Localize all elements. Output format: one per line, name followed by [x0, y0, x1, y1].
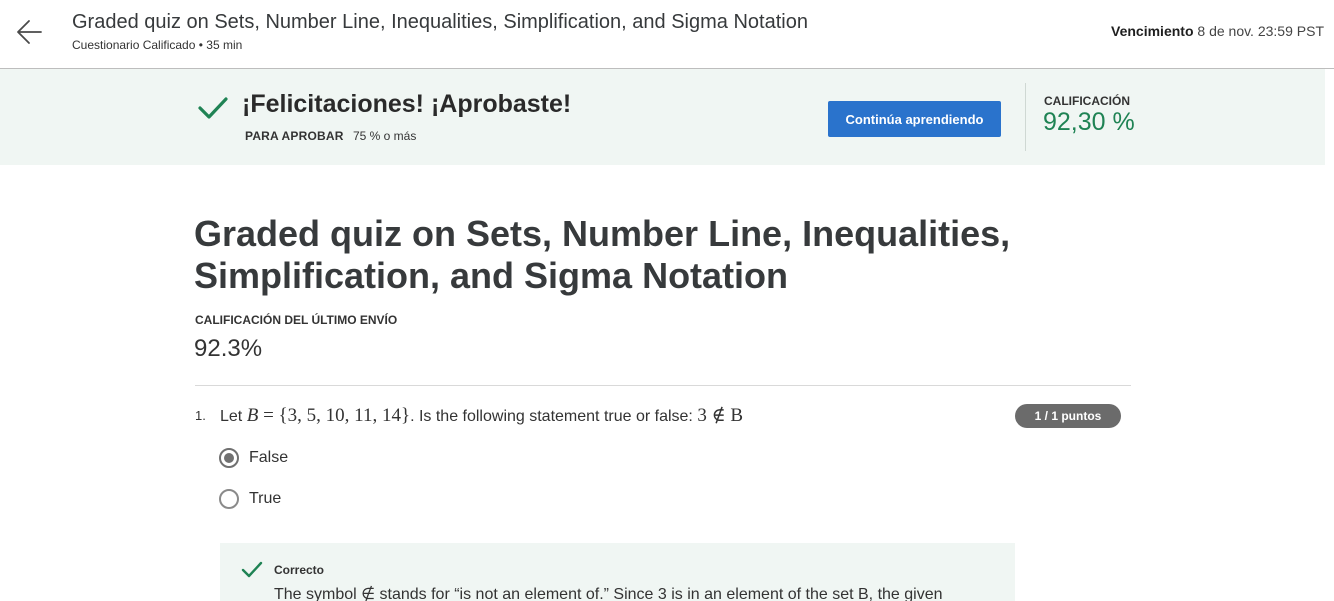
header-title: Graded quiz on Sets, Number Line, Inequa…	[72, 11, 808, 33]
grade-value: 92,30 %	[1043, 108, 1135, 136]
question-text: Let B = {3, 5, 10, 11, 14}. Is the follo…	[220, 403, 743, 430]
radio-selected[interactable]	[219, 448, 239, 468]
header-subtitle: Cuestionario Calificado • 35 min	[72, 38, 243, 52]
grade-label: CALIFICACIÓN	[1044, 94, 1130, 108]
option-false[interactable]: False	[219, 447, 288, 469]
points-badge: 1 / 1 puntos	[1015, 404, 1121, 428]
set-name: B	[246, 405, 259, 426]
set-values: = {3, 5, 10, 11, 14}	[263, 405, 411, 426]
top-header: Graded quiz on Sets, Number Line, Inequa…	[0, 0, 1334, 69]
option-label: False	[249, 449, 289, 466]
feedback-title: Correcto	[274, 563, 325, 577]
continue-learning-button[interactable]: Continúa aprendiendo	[828, 101, 1001, 137]
question-prefix: Let	[220, 408, 243, 425]
radio-unselected[interactable]	[219, 489, 239, 509]
check-icon	[241, 561, 263, 579]
set-expression: B = {3, 5, 10, 11, 14}	[247, 405, 410, 426]
check-icon	[198, 96, 228, 120]
due-label: Vencimiento	[1111, 23, 1194, 39]
banner-title: ¡Felicitaciones! ¡Aprobaste!	[242, 90, 572, 118]
due-value: 8 de nov. 23:59 PST	[1197, 23, 1324, 39]
banner-divider	[1025, 83, 1026, 151]
feedback-text: The symbol ∉ stands for “is not an eleme…	[274, 586, 943, 601]
pass-value: 75 % o más	[352, 129, 417, 143]
question-middle: . Is the following statement true or fal…	[410, 408, 693, 425]
question-statement: 3 ∉ B	[697, 405, 744, 426]
option-label: True	[249, 490, 282, 507]
pass-label: PARA APROBAR	[245, 129, 344, 143]
question-number: 1.	[195, 408, 206, 423]
passing-requirement: PARA APROBAR 75 % o más	[245, 129, 416, 143]
back-arrow-icon[interactable]	[14, 16, 46, 48]
last-submission-value: 92.3%	[194, 335, 263, 362]
option-true[interactable]: True	[219, 488, 281, 510]
last-submission-label: CALIFICACIÓN DEL ÚLTIMO ENVÍO	[195, 313, 398, 327]
page-title: Graded quiz on Sets, Number Line, Inequa…	[194, 213, 1011, 296]
divider	[195, 385, 1131, 386]
due-date: Vencimiento 8 de nov. 23:59 PST	[1111, 23, 1324, 39]
